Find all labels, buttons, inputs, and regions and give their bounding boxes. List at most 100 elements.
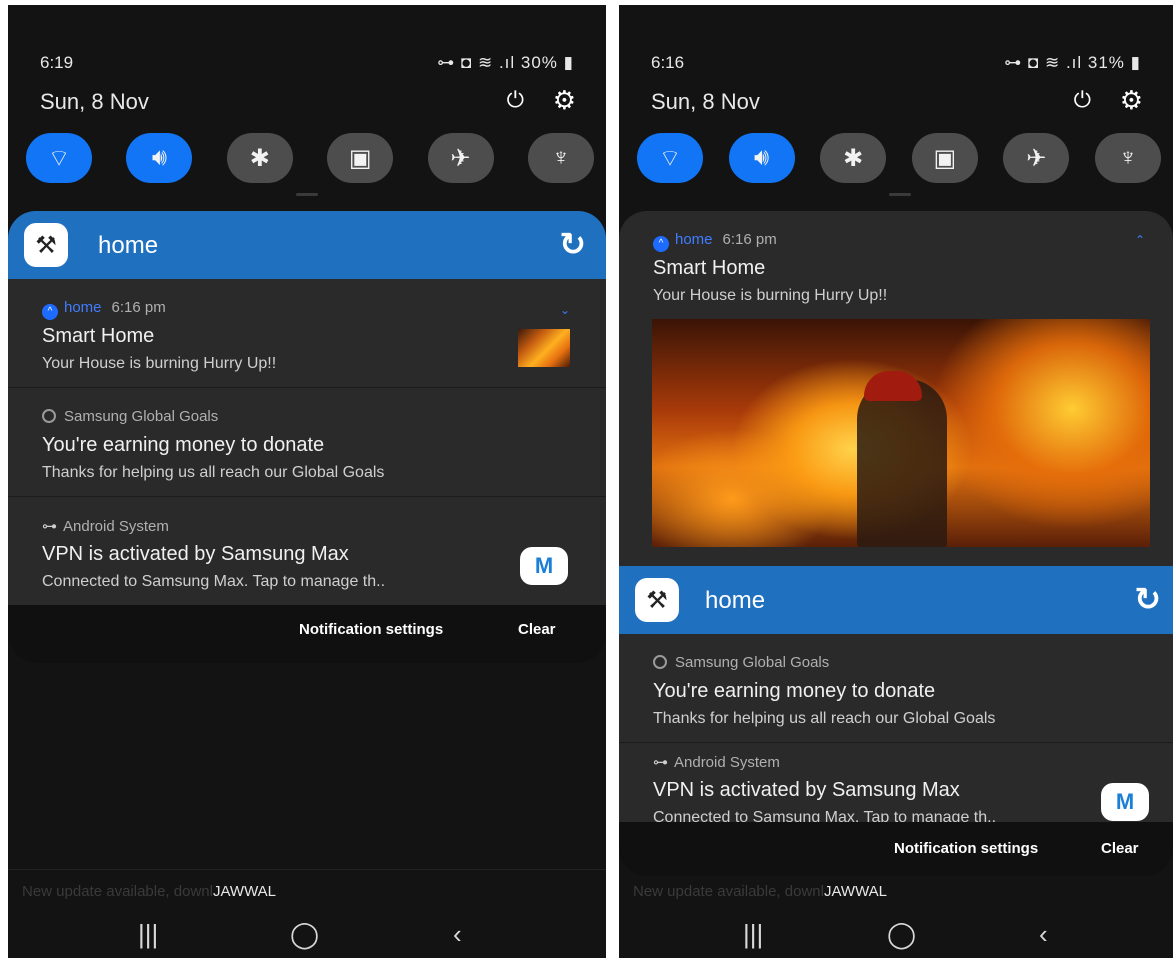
phone-screen-right: 6:16 ⊶ ◘ ≋ .ıl 31% ▮ Sun, 8 Nov ⏻ ⚙ ⌔ 🔊︎…: [619, 5, 1173, 958]
chevron-down-icon[interactable]: ⌄: [560, 303, 570, 317]
flashlight-toggle[interactable]: ♆: [1094, 133, 1161, 183]
notification-vpn[interactable]: ⊶ Android System VPN is activated by Sams…: [8, 497, 606, 605]
samsung-max-icon: M: [1101, 783, 1149, 821]
notification-title: You're earning money to donate: [653, 680, 936, 702]
firefighter-helmet: [864, 371, 922, 401]
airplane-icon: ✈: [450, 144, 471, 172]
navigation-bar: ||| ◯ ‹: [8, 919, 606, 958]
back-icon[interactable]: ‹: [1039, 919, 1048, 950]
notification-body: Thanks for helping us all reach our Glob…: [42, 464, 385, 481]
expanded-notification-panel: ^ home 6:16 pm ⌃ Smart Home Your House is …: [619, 211, 1173, 567]
samsung-max-icon: M: [520, 547, 568, 585]
notification-panel: Samsung Global Goals You're earning mone…: [619, 634, 1173, 822]
background-update-text: New update available, downlJAWWAL: [22, 883, 276, 900]
notification-global-goals[interactable]: Samsung Global Goals You're earning mone…: [8, 388, 606, 497]
system-status-icons: ⊶ ◘ ≋ .ıl 30% ▮: [437, 53, 574, 72]
flashlight-toggle[interactable]: ♆: [527, 133, 594, 183]
sound-toggle[interactable]: 🔊︎: [126, 133, 193, 183]
notification-meta: Samsung Global Goals: [42, 408, 218, 425]
airplane-icon: ✈: [1026, 144, 1047, 172]
flashlight-icon: ♆: [551, 144, 570, 171]
global-goals-icon: [653, 655, 667, 669]
home-app-header[interactable]: ⚒ home ↻: [619, 566, 1173, 634]
notification-title: Smart Home: [42, 325, 155, 347]
notification-smart-home-expanded[interactable]: ^ home 6:16 pm ⌃ Smart Home Your House is …: [619, 211, 1173, 567]
update-text: New update available, downl: [22, 883, 213, 900]
bluetooth-icon: ✱: [843, 144, 864, 172]
bluetooth-toggle[interactable]: ✱: [226, 133, 293, 183]
fire-thumbnail: [518, 329, 570, 367]
date-label: Sun, 8 Nov: [40, 89, 149, 114]
status-bar: 6:16 ⊶ ◘ ≋ .ıl 31% ▮: [651, 49, 1141, 73]
gear-icon[interactable]: ⚙: [1120, 85, 1143, 116]
background-update-text: New update available, downlJAWWAL: [633, 883, 887, 900]
carrier-label: JAWWAL: [212, 883, 277, 900]
chevron-up-icon[interactable]: ⌃: [1135, 233, 1145, 247]
firefighter-figure: [857, 379, 947, 547]
sound-toggle[interactable]: 🔊︎: [728, 133, 795, 183]
bluetooth-icon: ✱: [249, 144, 270, 172]
notification-app-name: Samsung Global Goals: [675, 654, 830, 671]
notification-title: You're earning money to donate: [42, 434, 325, 456]
drag-handle[interactable]: [296, 193, 318, 196]
fire-image: [652, 319, 1150, 547]
sound-icon: 🔊︎: [754, 144, 770, 171]
home-nav-icon[interactable]: ◯: [290, 919, 319, 950]
quick-settings: ⌔ 🔊︎ ✱ ▣ ✈ ♆: [26, 133, 594, 189]
notification-smart-home[interactable]: ^ home 6:16 pm ⌄ Smart Home Your House is …: [8, 279, 606, 388]
wifi-toggle[interactable]: ⌔: [637, 133, 703, 183]
home-badge-icon: ^: [42, 304, 58, 320]
notification-title: VPN is activated by Samsung Max: [42, 543, 349, 565]
notification-app-name: Android System: [674, 754, 780, 771]
clear-button[interactable]: Clear: [1101, 840, 1139, 857]
system-status-icons: ⊶ ◘ ≋ .ıl 31% ▮: [1004, 53, 1141, 72]
recents-icon[interactable]: |||: [743, 919, 763, 950]
notification-vpn[interactable]: ⊶ Android System VPN is activated by Sams…: [619, 743, 1173, 822]
carrier-label: JAWWAL: [823, 883, 888, 900]
global-goals-icon: [42, 409, 56, 423]
gear-icon[interactable]: ⚙: [553, 85, 576, 116]
notification-body: Connected to Samsung Max. Tap to manage …: [653, 809, 997, 822]
date-label: Sun, 8 Nov: [651, 89, 760, 114]
power-icon[interactable]: ⏻: [1074, 87, 1091, 113]
screen-lock-toggle[interactable]: ▣: [327, 133, 394, 183]
screen-lock-icon: ▣: [933, 144, 957, 172]
recents-icon[interactable]: |||: [138, 919, 158, 950]
quick-settings: ⌔ 🔊︎ ✱ ▣ ✈ ♆: [637, 133, 1161, 189]
airplane-toggle[interactable]: ✈: [427, 133, 494, 183]
flashlight-icon: ♆: [1118, 144, 1137, 171]
notification-settings-button[interactable]: Notification settings: [299, 621, 443, 638]
clock: 6:19: [40, 53, 74, 72]
key-icon: ⊶: [653, 754, 668, 771]
notification-app-name: Samsung Global Goals: [64, 408, 219, 425]
screen-lock-icon: ▣: [348, 144, 372, 172]
divider: [8, 869, 606, 870]
key-icon: ⊶: [42, 518, 57, 535]
clear-button[interactable]: Clear: [518, 621, 556, 638]
notification-panel: ⚒ home ↻ ^ home 6:16 pm ⌄ Smart Home Your …: [8, 211, 606, 663]
notification-body: Connected to Samsung Max. Tap to manage …: [42, 573, 386, 590]
home-nav-icon[interactable]: ◯: [887, 919, 916, 950]
home-app-header[interactable]: ⚒ home ↻: [8, 211, 606, 279]
refresh-icon[interactable]: ↻: [559, 225, 586, 263]
notification-body: Your House is burning Hurry Up!!: [42, 355, 277, 372]
airplane-toggle[interactable]: ✈: [1003, 133, 1070, 183]
wifi-icon: ⌔: [47, 145, 71, 172]
drag-handle[interactable]: [889, 193, 911, 196]
screen-lock-toggle[interactable]: ▣: [911, 133, 978, 183]
clock: 6:16: [651, 53, 685, 72]
date-row: Sun, 8 Nov ⏻ ⚙: [651, 85, 1143, 119]
wifi-toggle[interactable]: ⌔: [26, 133, 92, 183]
power-icon[interactable]: ⏻: [507, 87, 524, 113]
back-icon[interactable]: ‹: [453, 919, 462, 950]
refresh-icon[interactable]: ↻: [1134, 580, 1161, 618]
notification-footer: Notification settings Clear: [8, 605, 606, 663]
bluetooth-toggle[interactable]: ✱: [820, 133, 887, 183]
notification-meta: ^ home 6:16 pm: [42, 299, 166, 320]
home-badge-icon: ^: [653, 236, 669, 252]
notification-settings-button[interactable]: Notification settings: [894, 840, 1038, 857]
update-text: New update available, downl: [633, 883, 824, 900]
app-header-title: home: [705, 587, 766, 614]
notification-body: Thanks for helping us all reach our Glob…: [653, 710, 996, 727]
notification-global-goals[interactable]: Samsung Global Goals You're earning mone…: [619, 634, 1173, 743]
